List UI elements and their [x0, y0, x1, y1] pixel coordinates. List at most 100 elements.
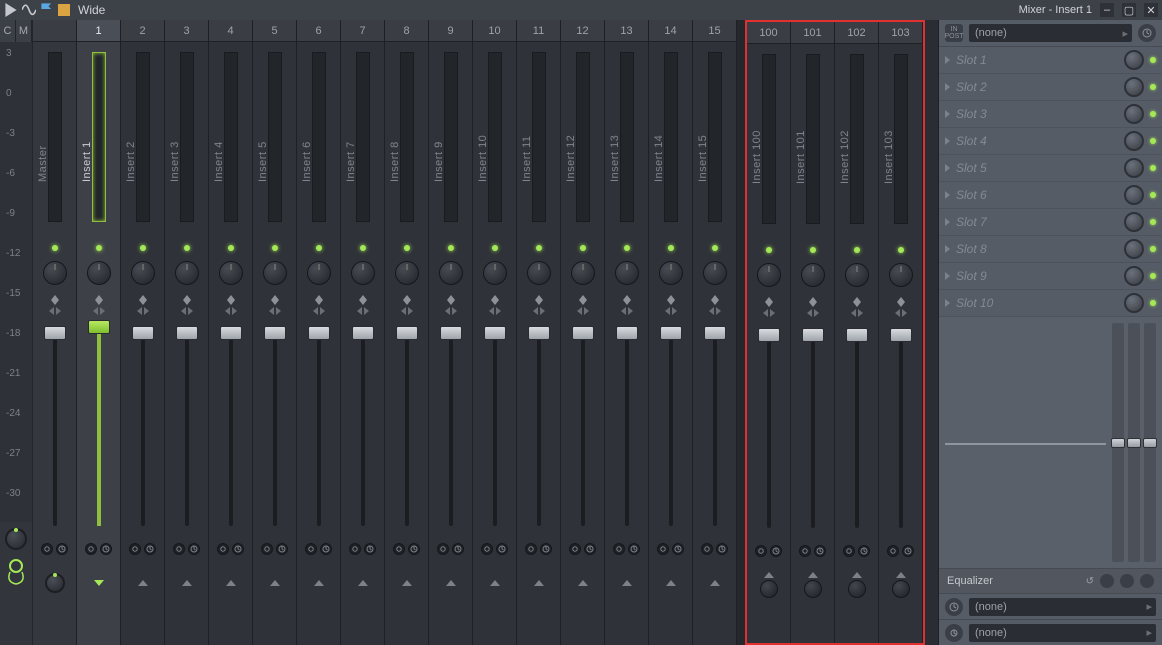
mixer-track[interactable]: 13 Insert 13	[605, 20, 649, 645]
stereo-separation-control[interactable]	[385, 290, 428, 320]
volume-fader[interactable]	[890, 328, 912, 342]
fx-slot-label[interactable]: Slot 1	[956, 53, 1118, 67]
fx-mix-knob[interactable]	[1124, 212, 1144, 232]
master-volume-knob[interactable]	[5, 528, 27, 550]
fx-enable-button[interactable]	[305, 543, 317, 555]
track-number[interactable]: 3	[165, 20, 208, 42]
fx-mix-knob[interactable]	[1124, 158, 1144, 178]
mixer-track[interactable]: 100 Insert 100	[747, 22, 791, 643]
pan-knob[interactable]	[659, 261, 683, 285]
send-level-knob[interactable]	[760, 580, 778, 598]
pan-knob[interactable]	[483, 261, 507, 285]
fx-enable-button[interactable]	[437, 543, 449, 555]
fx-slot-label[interactable]: Slot 5	[956, 161, 1118, 175]
mute-led[interactable]	[668, 245, 674, 251]
track-name-label[interactable]: Master	[37, 145, 49, 182]
fx-enable-led[interactable]	[1150, 300, 1156, 306]
track-delay-button[interactable]	[452, 543, 464, 555]
volume-fader[interactable]	[846, 328, 868, 342]
stereo-separation-control[interactable]	[561, 290, 604, 320]
pan-knob[interactable]	[395, 261, 419, 285]
master-track-header[interactable]: M	[16, 20, 32, 42]
mixer-track[interactable]: 1 Insert 1	[77, 20, 121, 645]
close-button[interactable]: ✕	[1144, 3, 1158, 17]
fx-slot-label[interactable]: Slot 7	[956, 215, 1118, 229]
mute-led[interactable]	[536, 245, 542, 251]
volume-fader[interactable]	[264, 326, 286, 340]
volume-fader[interactable]	[44, 326, 66, 340]
track-delay-button[interactable]	[584, 543, 596, 555]
track-number[interactable]	[33, 20, 76, 42]
stereo-separation-control[interactable]	[649, 290, 692, 320]
mixer-track[interactable]: 103 Insert 103	[879, 22, 923, 643]
volume-fader[interactable]	[88, 320, 110, 334]
mute-led[interactable]	[228, 245, 234, 251]
fx-enable-led[interactable]	[1150, 273, 1156, 279]
pan-knob[interactable]	[527, 261, 551, 285]
eq-knob-2[interactable]	[1120, 574, 1134, 588]
volume-fader[interactable]	[758, 328, 780, 342]
track-name-label[interactable]: Insert 4	[213, 141, 225, 182]
pan-knob[interactable]	[307, 261, 331, 285]
current-track-header[interactable]: C	[0, 20, 16, 42]
fx-enable-button[interactable]	[393, 543, 405, 555]
fx-slot-row[interactable]: Slot 5	[939, 155, 1162, 182]
mixer-track[interactable]: 101 Insert 101	[791, 22, 835, 643]
mixer-track[interactable]: 6 Insert 6	[297, 20, 341, 645]
fx-slot-row[interactable]: Slot 4	[939, 128, 1162, 155]
track-delay-button[interactable]	[188, 543, 200, 555]
mute-led[interactable]	[404, 245, 410, 251]
eq-knob-3[interactable]	[1140, 574, 1154, 588]
fx-slot-row[interactable]: Slot 10	[939, 290, 1162, 317]
mixer-track[interactable]: 5 Insert 5	[253, 20, 297, 645]
minimize-button[interactable]: –	[1100, 3, 1114, 17]
mute-led[interactable]	[766, 247, 772, 253]
output-routing-a-dropdown[interactable]: (none)▸	[969, 598, 1156, 616]
mixer-track[interactable]: 10 Insert 10	[473, 20, 517, 645]
stereo-separation-control[interactable]	[791, 292, 834, 322]
mixer-track[interactable]: 102 Insert 102	[835, 22, 879, 643]
mixer-track[interactable]: 9 Insert 9	[429, 20, 473, 645]
track-name-label[interactable]: Insert 7	[345, 141, 357, 182]
fx-enable-button[interactable]	[85, 543, 97, 555]
pan-knob[interactable]	[219, 261, 243, 285]
post-icon[interactable]: INPOST	[945, 24, 963, 42]
track-number[interactable]: 14	[649, 20, 692, 42]
track-number[interactable]: 10	[473, 20, 516, 42]
fx-slot-row[interactable]: Slot 8	[939, 236, 1162, 263]
fx-enable-button[interactable]	[613, 543, 625, 555]
mixer-track[interactable]: 3 Insert 3	[165, 20, 209, 645]
flag-icon[interactable]	[40, 3, 54, 17]
fx-mix-knob[interactable]	[1124, 104, 1144, 124]
track-name-label[interactable]: Insert 11	[521, 136, 533, 183]
track-delay-button[interactable]	[408, 543, 420, 555]
track-delay-button[interactable]	[496, 543, 508, 555]
track-name-label[interactable]: Insert 102	[839, 130, 851, 184]
volume-fader[interactable]	[484, 326, 506, 340]
fx-enable-led[interactable]	[1150, 57, 1156, 63]
eq-mid-fader[interactable]	[1128, 323, 1140, 562]
volume-fader[interactable]	[308, 326, 330, 340]
volume-fader[interactable]	[660, 326, 682, 340]
fx-mix-knob[interactable]	[1124, 50, 1144, 70]
track-delay-button[interactable]	[628, 543, 640, 555]
fx-mix-knob[interactable]	[1124, 266, 1144, 286]
track-name-label[interactable]: Insert 10	[477, 135, 489, 182]
mute-led[interactable]	[810, 247, 816, 253]
track-name-label[interactable]: Insert 100	[751, 130, 763, 184]
fx-slot-row[interactable]: Slot 7	[939, 209, 1162, 236]
volume-fader[interactable]	[704, 326, 726, 340]
fx-enable-led[interactable]	[1150, 192, 1156, 198]
track-number[interactable]: 15	[693, 20, 736, 42]
mixer-track[interactable]: 7 Insert 7	[341, 20, 385, 645]
eq-reset-button[interactable]: ↺	[1086, 576, 1094, 587]
stereo-separation-control[interactable]	[473, 290, 516, 320]
stereo-separation-control[interactable]	[879, 292, 922, 322]
track-delay-button[interactable]	[540, 543, 552, 555]
stereo-separation-control[interactable]	[835, 292, 878, 322]
play-icon[interactable]	[4, 3, 18, 17]
send-level-knob[interactable]	[892, 580, 910, 598]
mute-led[interactable]	[96, 245, 102, 251]
track-name-label[interactable]: Insert 14	[653, 135, 665, 182]
stereo-separation-control[interactable]	[165, 290, 208, 320]
